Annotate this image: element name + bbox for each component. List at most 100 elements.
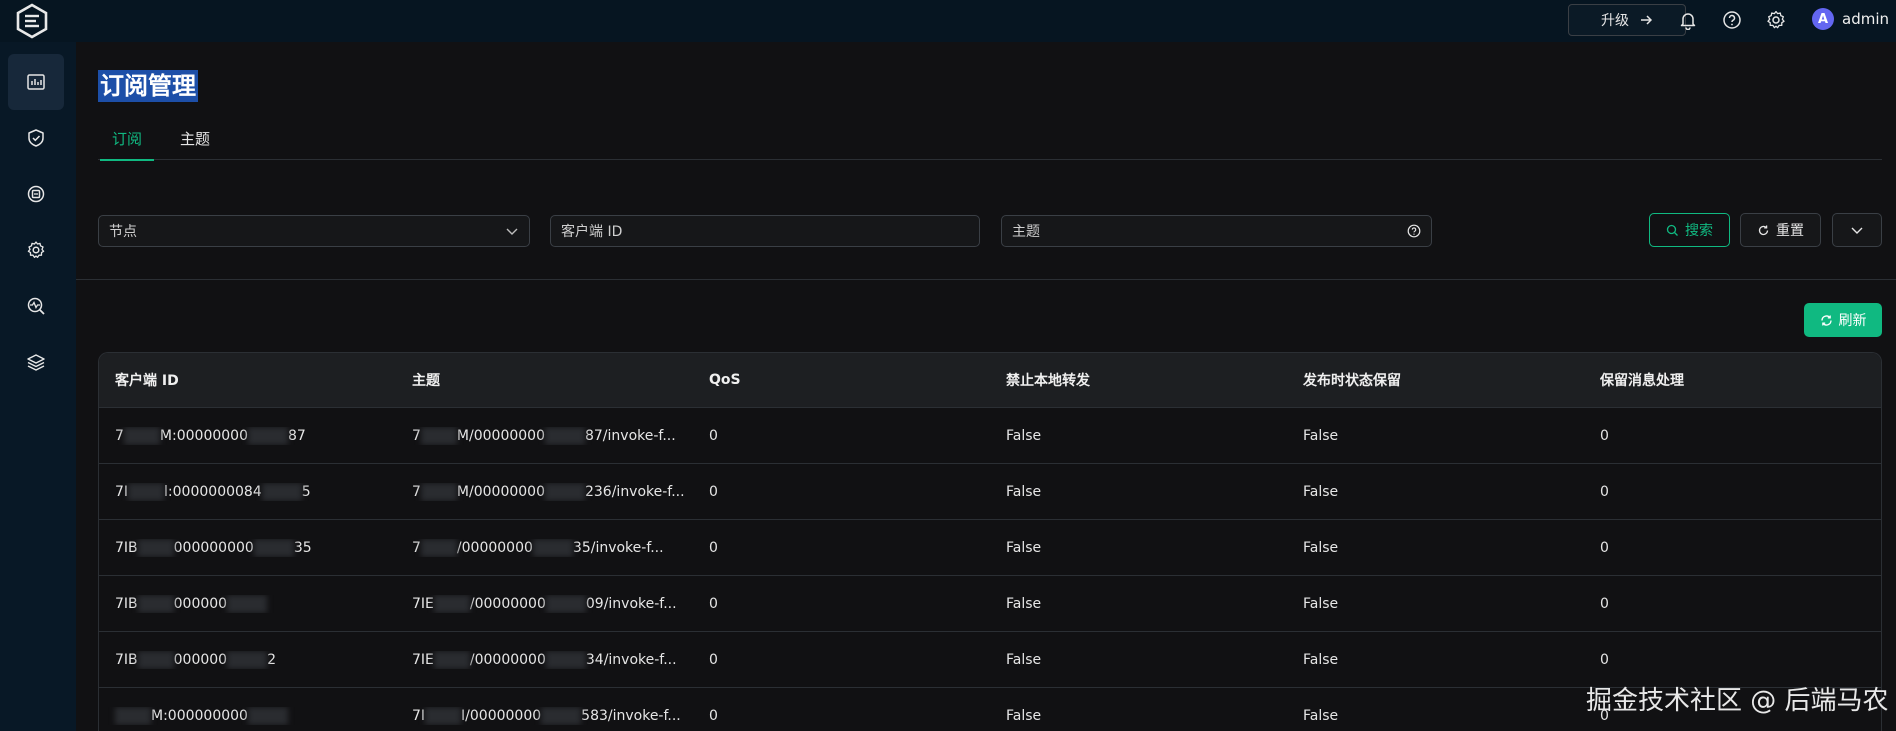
gear-icon[interactable] bbox=[1764, 8, 1788, 32]
search-label: 搜索 bbox=[1685, 223, 1713, 239]
client-id-input[interactable]: 客户端 ID bbox=[550, 215, 980, 247]
redacted-mask bbox=[545, 650, 586, 669]
table-row[interactable]: 7I l:0000000084 5 7 M/00000000 236/invoke-f..… bbox=[99, 464, 1881, 520]
cell-topic-part: 7I bbox=[412, 707, 426, 724]
cell-client-id: 7I l:0000000084 5 bbox=[99, 482, 396, 501]
cell-no-local: False bbox=[1006, 595, 1042, 612]
cell-client-id-part: 000000 bbox=[173, 595, 228, 612]
redacted-mask bbox=[137, 650, 174, 669]
column-header-client-id[interactable]: 客户端 ID bbox=[99, 370, 396, 390]
sidebar-item-integration[interactable] bbox=[8, 166, 64, 222]
cell-topic-part: 7 bbox=[412, 483, 421, 500]
column-header-qos[interactable]: QoS bbox=[693, 372, 990, 388]
cell-retain-as-published: False bbox=[1303, 427, 1339, 444]
cell-client-id-part: 7I bbox=[115, 483, 129, 500]
column-header-no-local[interactable]: 禁止本地转发 bbox=[990, 370, 1287, 390]
cell-topic-part: 7 bbox=[412, 427, 421, 444]
table-header: 客户端 ID 主题 QoS 禁止本地转发 发布时状态保留 保留消息处理 bbox=[99, 353, 1881, 408]
search-button[interactable]: 搜索 bbox=[1649, 213, 1730, 247]
bell-icon[interactable] bbox=[1676, 8, 1700, 32]
cell-client-id: 7IB 000000 bbox=[99, 594, 396, 613]
username[interactable]: admin bbox=[1842, 10, 1889, 28]
cell-no-local: False bbox=[1006, 483, 1042, 500]
redacted-mask bbox=[420, 482, 457, 501]
tab-topics[interactable]: 主题 bbox=[180, 128, 210, 159]
sidebar-item-extensions[interactable] bbox=[8, 334, 64, 390]
shield-icon bbox=[28, 129, 44, 147]
cell-client-id-part: M:00000000 bbox=[159, 427, 248, 444]
cell-client-id-part: 7IB bbox=[115, 539, 138, 556]
expand-filters-button[interactable] bbox=[1832, 213, 1882, 247]
refresh-icon bbox=[1820, 314, 1832, 326]
cell-no-local: False bbox=[1006, 539, 1042, 556]
cell-topic-part: 7 bbox=[412, 539, 421, 556]
integration-icon bbox=[27, 185, 45, 203]
dashboard-icon bbox=[27, 74, 45, 90]
cell-topic-part: 35/invoke-f... bbox=[572, 539, 664, 556]
cell-topic: 7/00000000 35/invoke-f... bbox=[396, 538, 693, 557]
redacted-mask bbox=[544, 426, 585, 445]
cell-client-id: M:000000000 bbox=[99, 706, 396, 725]
cell-client-id-part: 2 bbox=[267, 651, 277, 668]
reset-icon bbox=[1758, 225, 1769, 235]
upgrade-button[interactable]: 升级 bbox=[1568, 4, 1686, 36]
diagnose-icon bbox=[27, 297, 45, 315]
help-icon[interactable] bbox=[1720, 8, 1744, 32]
app-logo-icon[interactable] bbox=[14, 3, 50, 39]
top-bar: 升级 A admin bbox=[0, 0, 1896, 42]
cell-qos: 0 bbox=[709, 483, 718, 500]
sidebar-item-dashboard[interactable] bbox=[8, 54, 64, 110]
cell-qos: 0 bbox=[709, 427, 718, 444]
reset-button[interactable]: 重置 bbox=[1740, 213, 1821, 247]
cell-topic-part: /00000000 bbox=[456, 539, 533, 556]
column-header-retain-as-published[interactable]: 发布时状态保留 bbox=[1287, 370, 1584, 390]
cell-client-id-part: 7 bbox=[115, 427, 124, 444]
tab-subscriptions[interactable]: 订阅 bbox=[100, 128, 155, 161]
redacted-mask bbox=[123, 426, 160, 445]
cell-topic: 7IE/00000000 34/invoke-f... bbox=[396, 650, 693, 669]
redacted-mask bbox=[137, 538, 174, 557]
cell-topic-part: /00000000 bbox=[469, 595, 546, 612]
redacted-mask bbox=[425, 706, 462, 725]
column-header-topic[interactable]: 主题 bbox=[396, 370, 693, 390]
redacted-mask bbox=[227, 650, 268, 669]
redacted-mask bbox=[532, 538, 573, 557]
cell-topic: 7I I/00000000 583/invoke-f... bbox=[396, 706, 693, 725]
cell-retain-handling: 0 bbox=[1600, 427, 1609, 444]
cell-topic-part: M/00000000 bbox=[456, 427, 545, 444]
cell-retain-as-published: False bbox=[1303, 707, 1339, 724]
cell-client-id: 7IB 000000000 35 bbox=[99, 538, 396, 557]
cell-topic-part: I/00000000 bbox=[461, 707, 542, 724]
table-row[interactable]: 7IB 000000 7IE/00000000 09/invoke-f... 0 Fals… bbox=[99, 576, 1881, 632]
table-row[interactable]: 7 M:00000000 87 7 M/00000000 87/invoke-f... 0 F… bbox=[99, 408, 1881, 464]
sidebar-item-management[interactable] bbox=[8, 222, 64, 278]
page-title: 订阅管理 bbox=[98, 70, 198, 102]
refresh-button[interactable]: 刷新 bbox=[1804, 303, 1882, 337]
node-select[interactable]: 节点 bbox=[98, 215, 530, 247]
cell-no-local: False bbox=[1006, 707, 1042, 724]
cell-qos: 0 bbox=[709, 595, 718, 612]
cell-topic-part: /00000000 bbox=[469, 651, 546, 668]
settings-gear-icon bbox=[27, 241, 45, 259]
redacted-mask bbox=[420, 538, 457, 557]
cell-retain-handling: 0 bbox=[1600, 539, 1609, 556]
sidebar-item-diagnose[interactable] bbox=[8, 278, 64, 334]
column-header-retain-handling[interactable]: 保留消息处理 bbox=[1584, 370, 1881, 390]
cell-client-id: 7 M:00000000 87 bbox=[99, 426, 396, 445]
redacted-mask bbox=[545, 594, 586, 613]
cell-client-id-part: 7IB bbox=[115, 595, 138, 612]
cell-client-id-part: 35 bbox=[293, 539, 312, 556]
help-icon[interactable] bbox=[1407, 224, 1421, 238]
chevron-down-icon bbox=[1851, 227, 1863, 234]
cell-no-local: False bbox=[1006, 427, 1042, 444]
chevron-down-icon bbox=[506, 228, 518, 235]
watermark: 掘金技术社区 @ 后端马农 bbox=[1586, 686, 1889, 716]
redacted-mask bbox=[253, 538, 294, 557]
redacted-mask bbox=[115, 706, 151, 725]
cell-client-id-part: 000000000 bbox=[173, 539, 254, 556]
avatar[interactable]: A bbox=[1812, 8, 1834, 30]
sidebar-item-access-control[interactable] bbox=[8, 110, 64, 166]
topic-input[interactable]: 主题 bbox=[1001, 215, 1432, 247]
table-row[interactable]: 7IB 000000000 35 7/00000000 35/invoke-f... 0 F… bbox=[99, 520, 1881, 576]
client-id-placeholder: 客户端 ID bbox=[561, 224, 623, 240]
